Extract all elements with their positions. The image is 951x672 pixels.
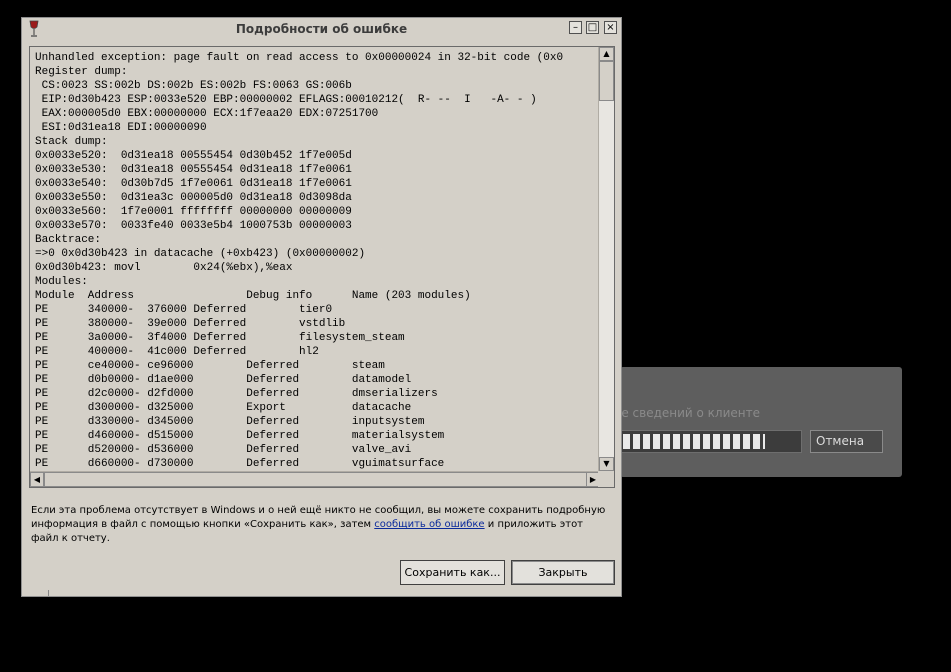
log-line: 0x0033e540: 0d30b7d5 1f7e0061 0d31ea18 1… [35, 178, 352, 190]
log-line: PE d330000- d345000 Deferred inputsystem [35, 416, 425, 428]
log-line: CS:0023 SS:002b DS:002b ES:002b FS:0063 … [35, 80, 352, 92]
log-line: Backtrace: [35, 234, 102, 246]
log-line: PE d2c0000- d2fd000 Deferred dmserialize… [35, 388, 438, 400]
vertical-scroll-thumb[interactable] [599, 61, 614, 101]
log-line: PE d460000- d515000 Deferred materialsys… [35, 430, 445, 442]
log-line: EAX:000005d0 EBX:00000000 ECX:1f7eaa20 E… [35, 108, 379, 120]
log-line: PE ce40000- ce96000 Deferred steam [35, 360, 385, 372]
log-line: Stack dump: [35, 136, 108, 148]
scrollbar-corner [598, 471, 614, 487]
log-line: PE 3a0000- 3f4000 Deferred filesystem_st… [35, 332, 405, 344]
scroll-down-arrow-icon[interactable]: ▼ [599, 457, 614, 471]
log-line: 0x0033e570: 0033fe40 0033e5b4 1000753b 0… [35, 220, 352, 232]
close-button[interactable]: Закрыть [511, 560, 615, 585]
error-log-textbox[interactable]: Unhandled exception: page fault on read … [29, 46, 615, 488]
cancel-button[interactable]: Отмена [810, 430, 883, 453]
log-line: 0x0033e550: 0d31ea3c 000005d0 0d31ea18 0… [35, 192, 352, 204]
log-line: Module Address Debug info Name (203 modu… [35, 290, 471, 302]
error-log-content[interactable]: Unhandled exception: page fault on read … [35, 51, 601, 469]
log-line: ESI:0d31ea18 EDI:00000090 [35, 122, 207, 134]
scroll-left-arrow-icon[interactable]: ◀ [30, 472, 44, 487]
error-details-dialog: Подробности об ошибке – □ × Unhandled ex… [21, 17, 622, 597]
help-message: Если эта проблема отсутствует в Windows … [31, 504, 606, 546]
log-line: PE d520000- d536000 Deferred valve_avi [35, 444, 412, 456]
log-line: PE 380000- 39e000 Deferred vstdlib [35, 318, 346, 330]
log-line: PE 340000- 376000 Deferred tier0 [35, 304, 333, 316]
maximize-icon: □ [587, 22, 598, 33]
log-line: Unhandled exception: page fault on read … [35, 52, 564, 64]
log-line: Register dump: [35, 66, 128, 78]
maximize-button[interactable]: □ [586, 21, 599, 34]
title-bar[interactable]: Подробности об ошибке – □ × [22, 18, 621, 40]
loading-status-text: Получение сведений о клиенте... [620, 406, 760, 420]
size-grip [48, 590, 49, 596]
log-line: PE d0b0000- d1ae000 Deferred datamodel [35, 374, 412, 386]
log-line: 0x0d30b423: movl 0x24(%ebx),%eax [35, 262, 293, 274]
minimize-icon: – [573, 22, 578, 33]
vertical-scrollbar[interactable]: ▲ ▼ [598, 47, 614, 471]
close-icon: × [606, 22, 615, 33]
log-line: 0x0033e530: 0d31ea18 00555454 0d31ea18 1… [35, 164, 352, 176]
report-bug-link[interactable]: сообщить об ошибке [374, 519, 484, 530]
horizontal-scrollbar[interactable]: ◀ ▶ [30, 471, 600, 487]
horizontal-scroll-thumb[interactable] [44, 472, 594, 487]
log-line: 0x0033e560: 1f7e0001 ffffffff 00000000 0… [35, 206, 352, 218]
loading-progress-bar [620, 430, 802, 453]
log-line: PE d300000- d325000 Export datacache [35, 402, 412, 414]
log-line: 0x0033e520: 0d31ea18 00555454 0d30b452 1… [35, 150, 352, 162]
log-line: =>0 0x0d30b423 in datacache (+0xb423) (0… [35, 248, 366, 260]
log-line: PE 400000- 41c000 Deferred hl2 [35, 346, 319, 358]
loading-progress-fill [623, 434, 765, 449]
dialog-title: Подробности об ошибке [235, 22, 408, 36]
log-line: PE d660000- d730000 Deferred vguimatsurf… [35, 458, 445, 469]
log-line: Modules: [35, 276, 88, 288]
loading-panel: Получение сведений о клиенте... Отмена [620, 367, 902, 477]
scroll-up-arrow-icon[interactable]: ▲ [599, 47, 614, 61]
close-window-button[interactable]: × [604, 21, 617, 34]
minimize-button[interactable]: – [569, 21, 582, 34]
save-as-button[interactable]: Сохранить как... [400, 560, 505, 585]
log-line: EIP:0d30b423 ESP:0033e520 EBP:00000002 E… [35, 94, 537, 106]
